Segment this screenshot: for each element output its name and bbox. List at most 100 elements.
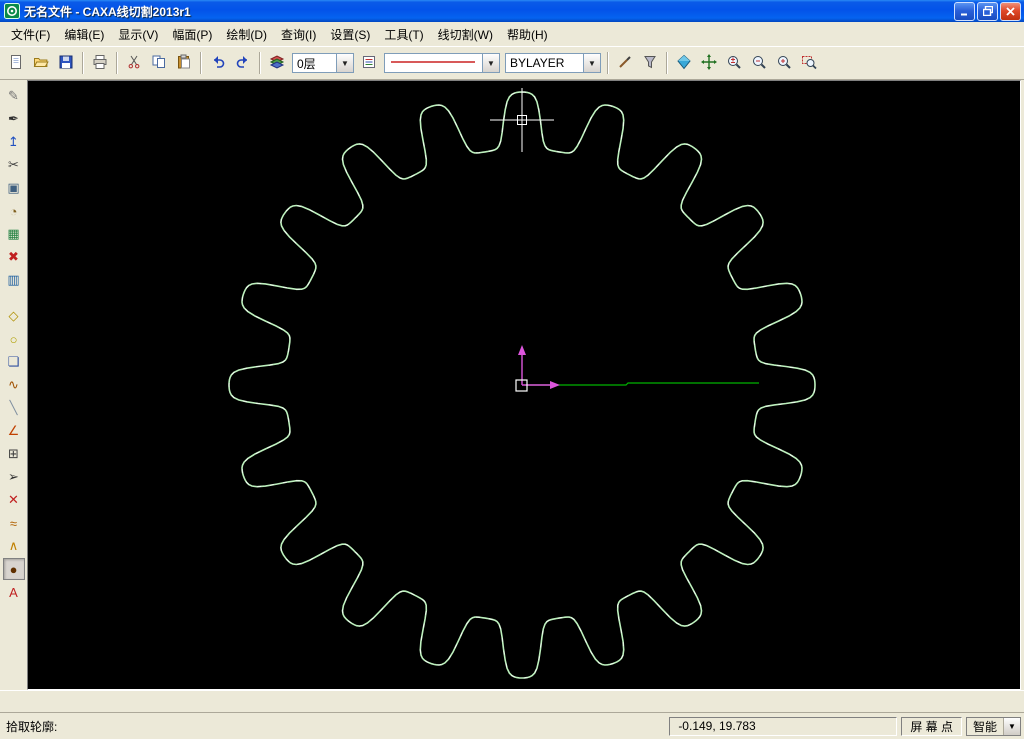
print-button[interactable] (88, 51, 112, 75)
chart-sheet-icon[interactable]: ▥ (3, 269, 25, 291)
pick-arrow-icon[interactable]: ➢ (3, 466, 25, 488)
layer-combo-value: 0层 (297, 55, 334, 72)
layer-combo[interactable]: 0层▼ (292, 53, 354, 73)
copy-icon (151, 54, 167, 73)
spring-tool-icon[interactable]: ∿ (3, 374, 25, 396)
save-file-button[interactable] (54, 51, 78, 75)
copy-button[interactable] (147, 51, 171, 75)
angle-tool-icon[interactable]: ∠ (3, 420, 25, 442)
wave-tool-icon[interactable]: ≈ (3, 512, 25, 534)
menu-help[interactable]: 帮助(H) (500, 22, 555, 47)
image-grid-icon[interactable]: ▦ (3, 223, 25, 245)
menu-draw[interactable]: 绘制(D) (219, 22, 274, 47)
trim-scissors-icon[interactable]: ✂ (3, 154, 25, 176)
app-icon (4, 3, 20, 19)
filter-button[interactable] (638, 51, 662, 75)
match-properties-button[interactable] (613, 51, 637, 75)
drawing-canvas[interactable] (27, 80, 1021, 690)
snap-mode-combo[interactable]: 智能 ▼ (966, 717, 1021, 736)
save-icon (58, 54, 74, 73)
cut-button[interactable] (122, 51, 146, 75)
menu-view[interactable]: 显示(V) (111, 22, 165, 47)
chevron-down-icon[interactable]: ▼ (583, 54, 600, 72)
dynamic-zoom-button[interactable] (722, 51, 746, 75)
toolbar-separator (82, 52, 84, 74)
screen-point-toggle[interactable]: 屏 幕 点 (901, 717, 962, 736)
open-file-button[interactable] (29, 51, 53, 75)
menu-settings[interactable]: 设置(S) (323, 22, 377, 47)
paste-icon (176, 54, 192, 73)
zoom-window-button[interactable] (797, 51, 821, 75)
paste-button[interactable] (172, 51, 196, 75)
menu-paper[interactable]: 幅面(P) (165, 22, 219, 47)
delete-table-icon[interactable]: ✖ (3, 246, 25, 268)
zoomout-icon (751, 54, 767, 73)
toolbar-separator (607, 52, 609, 74)
menu-wirecut[interactable]: 线切割(W) (431, 22, 500, 47)
pan-icon (701, 54, 717, 73)
menu-file[interactable]: 文件(F) (4, 22, 57, 47)
toolbar-separator (259, 52, 261, 74)
menu-tools[interactable]: 工具(T) (377, 22, 430, 47)
dynzoom-icon (726, 54, 742, 73)
delete-tool-icon[interactable]: ✕ (3, 489, 25, 511)
chevron-down-icon[interactable]: ▼ (482, 54, 499, 72)
pencil-tool-icon[interactable]: ✎ (3, 85, 25, 107)
layer-manager-button[interactable] (265, 51, 289, 75)
window-frame-icon[interactable]: ▣ (3, 177, 25, 199)
new-icon (8, 54, 24, 73)
wand-icon (617, 54, 633, 73)
block-tool-icon[interactable]: ❏ (3, 351, 25, 373)
color-combo-value: BYLAYER (510, 56, 581, 70)
toolbar: 0层▼▼BYLAYER▼ (0, 47, 1024, 80)
layers-icon (269, 54, 285, 73)
title-bar: 无名文件 - CAXA线切割2013r1 (0, 0, 1024, 22)
menu-edit[interactable]: 编辑(E) (57, 22, 111, 47)
linetype-combo-value (389, 56, 480, 70)
main-area: ✎✒↥✂▣◔▦✖▥ ◇○❏∿╲∠⊞➢✕≈∧●A (0, 80, 1024, 690)
diamond-icon (676, 54, 692, 73)
coordinates-readout: -0.149, 19.783 (669, 717, 897, 736)
chevron-down-icon[interactable]: ▼ (336, 54, 353, 72)
menu-query[interactable]: 查询(I) (274, 22, 323, 47)
array-tool-icon[interactable]: ⊞ (3, 443, 25, 465)
cut-icon (126, 54, 142, 73)
menu-bar: 文件(F)编辑(E)显示(V)幅面(P)绘制(D)查询(I)设置(S)工具(T)… (0, 22, 1024, 47)
zoom-out-button[interactable] (747, 51, 771, 75)
color-combo[interactable]: BYLAYER▼ (505, 53, 601, 73)
left-toolbar: ✎✒↥✂▣◔▦✖▥ ◇○❏∿╲∠⊞➢✕≈∧●A (0, 80, 27, 690)
new-file-button[interactable] (4, 51, 28, 75)
clock-icon[interactable]: ◔ (3, 200, 25, 222)
close-button[interactable] (1000, 2, 1021, 21)
zoomin-icon (776, 54, 792, 73)
linetype-sheet-button[interactable] (357, 51, 381, 75)
zoom-in-button[interactable] (772, 51, 796, 75)
toolbar-separator (666, 52, 668, 74)
funnel-icon (642, 54, 658, 73)
restore-button[interactable] (977, 2, 998, 21)
render-button[interactable] (672, 51, 696, 75)
linetype-combo[interactable]: ▼ (384, 53, 500, 73)
open-icon (33, 54, 49, 73)
command-prompt-strip (0, 690, 1024, 712)
ellipse-tool-icon[interactable]: ○ (3, 328, 25, 350)
caret-tool-icon[interactable]: ∧ (3, 535, 25, 557)
redo-icon (235, 54, 251, 73)
pen-tool-icon[interactable]: ✒ (3, 108, 25, 130)
redo-button[interactable] (231, 51, 255, 75)
axis-tool-icon[interactable]: ↥ (3, 131, 25, 153)
snap-mode-value: 智能 (973, 718, 997, 735)
status-bar: 拾取轮廓: -0.149, 19.783 屏 幕 点 智能 ▼ (0, 712, 1024, 739)
toolbar-separator (200, 52, 202, 74)
text-tool-icon[interactable]: A (3, 581, 25, 603)
dot-tool-icon[interactable]: ● (3, 558, 25, 580)
pan-button[interactable] (697, 51, 721, 75)
minimize-button[interactable] (954, 2, 975, 21)
zoomwin-icon (801, 54, 817, 73)
polygon-tool-icon[interactable]: ◇ (3, 305, 25, 327)
undo-button[interactable] (206, 51, 230, 75)
undo-icon (210, 54, 226, 73)
status-prompt: 拾取轮廓: (3, 718, 665, 735)
line-tool-icon[interactable]: ╲ (3, 397, 25, 419)
chevron-down-icon[interactable]: ▼ (1003, 718, 1020, 735)
